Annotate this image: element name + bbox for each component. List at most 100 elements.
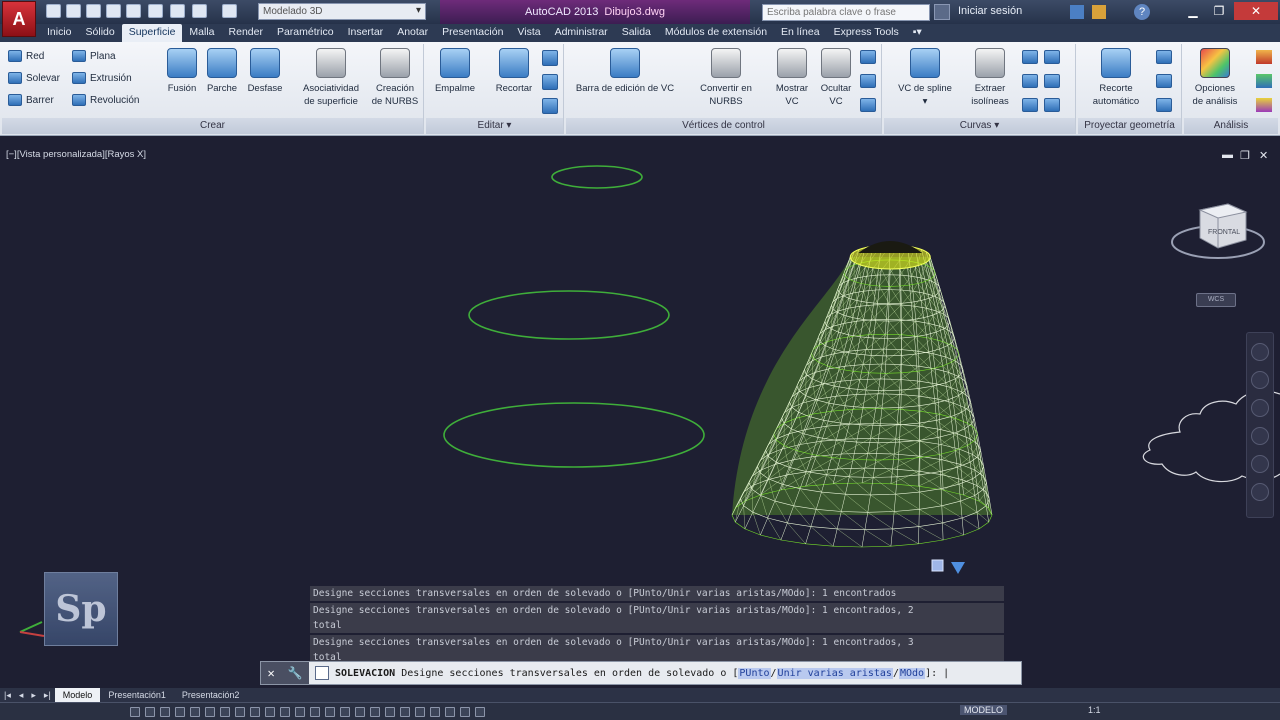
tab-presentacion2[interactable]: Presentación2 — [174, 688, 248, 702]
tab-modelo[interactable]: Modelo — [54, 688, 101, 702]
vc-spline-button[interactable]: VC de spline ▾ — [888, 48, 962, 108]
save-as-icon[interactable] — [106, 4, 121, 18]
mostrar-vc-button[interactable]: Mostrar VC — [770, 48, 814, 108]
status-toggle-icon[interactable] — [340, 707, 350, 717]
barra-edicion-vc-button[interactable]: Barra de edición de VC — [566, 48, 684, 95]
section-ellipse-middle[interactable] — [468, 290, 670, 340]
option-punto[interactable]: PUnto — [738, 667, 771, 679]
status-toggle-icon[interactable] — [250, 707, 260, 717]
line-icon[interactable] — [1022, 98, 1038, 112]
status-toggle-icon[interactable] — [385, 707, 395, 717]
panel-title-crear[interactable]: Crear — [2, 118, 423, 134]
last-layout-icon[interactable]: ▸| — [40, 690, 55, 701]
recortar-button[interactable]: Recortar — [488, 48, 540, 95]
convertir-nurbs-button[interactable]: Convertir en NURBS — [690, 48, 762, 108]
first-layout-icon[interactable]: |◂ — [0, 690, 15, 701]
help-icon[interactable]: ? — [1134, 4, 1150, 20]
tab-administrar[interactable]: Administrar — [548, 24, 615, 42]
status-toggle-icon[interactable] — [355, 707, 365, 717]
status-toggle-icon[interactable] — [160, 707, 170, 717]
tab-paramétrico[interactable]: Paramétrico — [270, 24, 341, 42]
status-toggle-icon[interactable] — [205, 707, 215, 717]
workspace-dropdown[interactable]: Modelado 3D — [258, 3, 426, 20]
tab-insertar[interactable]: Insertar — [341, 24, 391, 42]
autodesk-icon[interactable] — [1092, 5, 1106, 19]
extraer-isolineas-button[interactable]: Extraer isolíneas — [964, 48, 1016, 108]
status-toggle-icon[interactable] — [445, 707, 455, 717]
status-toggle-icon[interactable] — [280, 707, 290, 717]
save-icon[interactable] — [86, 4, 101, 18]
barrer-button[interactable]: Barrer — [8, 94, 54, 106]
polyline-icon[interactable] — [1022, 74, 1038, 88]
rebuild-icon[interactable] — [860, 50, 876, 64]
curvature-icon[interactable] — [1256, 74, 1272, 88]
sign-in-button[interactable]: Iniciar sesión — [958, 5, 1022, 17]
tab-presentacion1[interactable]: Presentación1 — [100, 688, 174, 702]
web-open-icon[interactable] — [126, 4, 141, 18]
tools-icon[interactable] — [1022, 50, 1038, 64]
tab-en-línea[interactable]: En línea — [774, 24, 827, 42]
panel-title-proyectar[interactable]: Proyectar geometría — [1078, 118, 1181, 134]
fusion-button[interactable]: Fusión — [162, 48, 202, 95]
status-toggle-icon[interactable] — [460, 707, 470, 717]
application-menu-button[interactable]: A — [2, 1, 36, 37]
red-button[interactable]: Red — [8, 50, 44, 62]
panel-title-vertices[interactable]: Vértices de control — [566, 118, 881, 134]
grip-dropdown-icon[interactable] — [951, 562, 965, 574]
print-icon[interactable] — [170, 4, 185, 18]
status-toggle-icon[interactable] — [145, 707, 155, 717]
status-toggle-icon[interactable] — [175, 707, 185, 717]
sculpt-icon[interactable] — [542, 98, 558, 114]
status-toggle-icon[interactable] — [430, 707, 440, 717]
tab-malla[interactable]: Malla — [182, 24, 221, 42]
extend-icon[interactable] — [542, 74, 558, 90]
tab-módulos-de-extensión[interactable]: Módulos de extensión — [658, 24, 774, 42]
close-command-icon[interactable]: ✕ — [267, 666, 274, 680]
recorte-automatico-button[interactable]: Recorte automático — [1082, 48, 1150, 108]
tab-salida[interactable]: Salida — [615, 24, 658, 42]
circle-icon[interactable] — [1044, 98, 1060, 112]
status-toggle-icon[interactable] — [295, 707, 305, 717]
add-cv-icon[interactable] — [860, 74, 876, 88]
undo-icon[interactable] — [192, 4, 207, 18]
model-space-toggle[interactable]: MODELO — [960, 705, 1008, 715]
zebra-icon[interactable] — [1256, 50, 1272, 64]
panel-title-curvas[interactable]: Curvas ▾ — [884, 118, 1075, 134]
navbar-menu-icon[interactable] — [1251, 483, 1269, 501]
untrim-icon[interactable] — [542, 50, 558, 66]
tab-anotar[interactable]: Anotar — [390, 24, 435, 42]
annotation-scale[interactable]: 1:1 — [1088, 705, 1101, 715]
zoom-icon[interactable] — [1251, 399, 1269, 417]
project-ucs-icon[interactable] — [1156, 50, 1172, 64]
status-toggle-icon[interactable] — [220, 707, 230, 717]
section-ellipse-top[interactable] — [551, 165, 643, 189]
status-toggle-icon[interactable] — [475, 707, 485, 717]
binoculars-icon[interactable] — [934, 4, 950, 20]
viewcube[interactable]: FRONTAL — [1168, 200, 1268, 270]
wcs-menu[interactable]: WCS — [1196, 293, 1236, 307]
solevar-button[interactable]: Solevar — [8, 72, 60, 84]
ribbon-minimize-icon[interactable]: ▪▾ — [906, 24, 929, 42]
lofted-surface-preview[interactable] — [731, 241, 993, 548]
panel-title-analisis[interactable]: Análisis — [1184, 118, 1278, 134]
customize-wrench-icon[interactable]: 🔧 — [288, 666, 303, 680]
parche-button[interactable]: Parche — [202, 48, 242, 95]
command-prompt-icon[interactable] — [315, 666, 329, 680]
search-input[interactable]: Escriba palabra clave o frase — [762, 4, 930, 21]
desfase-button[interactable]: Desfase — [242, 48, 288, 95]
draft-icon[interactable] — [1256, 98, 1272, 112]
project-view-icon[interactable] — [1156, 74, 1172, 88]
status-toggle-icon[interactable] — [265, 707, 275, 717]
option-unir-aristas[interactable]: Unir varias aristas — [776, 667, 893, 679]
status-toggle-icon[interactable] — [190, 707, 200, 717]
minimize-icon[interactable]: ▁ — [1180, 2, 1206, 20]
project-vector-icon[interactable] — [1156, 98, 1172, 112]
exchange-icon[interactable] — [1070, 5, 1084, 19]
spline-fit-icon[interactable] — [1044, 50, 1060, 64]
grip-marker[interactable] — [931, 559, 944, 572]
panel-title-editar[interactable]: Editar ▾ — [426, 118, 563, 134]
tab-inicio[interactable]: Inicio — [40, 24, 79, 42]
tab-presentación[interactable]: Presentación — [435, 24, 510, 42]
extrusion-button[interactable]: Extrusión — [72, 72, 132, 84]
next-layout-icon[interactable]: ▸ — [27, 690, 40, 701]
